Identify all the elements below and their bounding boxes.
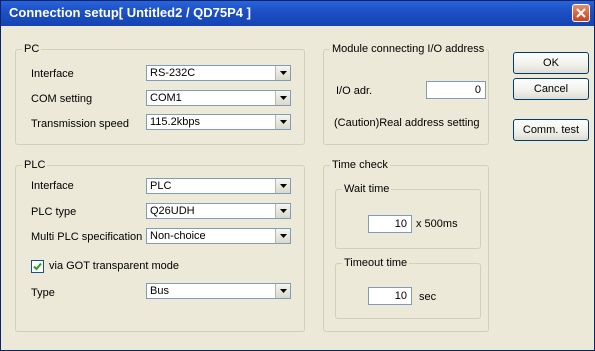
plc-interface-value: PLC: [150, 180, 172, 192]
connection-type-label: Type: [31, 287, 55, 299]
time-check-legend: Time check: [332, 159, 388, 171]
via-got-label[interactable]: via GOT transparent mode: [49, 260, 179, 272]
pc-interface-label: Interface: [31, 68, 74, 80]
pc-interface-value: RS-232C: [150, 67, 196, 79]
module-io-legend: Module connecting I/O address: [332, 43, 485, 55]
transmission-speed-label: Transmission speed: [31, 118, 130, 130]
transmission-speed-value: 115.2kbps: [150, 116, 200, 128]
cancel-button[interactable]: Cancel: [513, 78, 589, 100]
caution-text: (Caution)Real address setting: [334, 117, 480, 129]
dropdown-arrow-icon[interactable]: [275, 179, 290, 193]
wait-time-legend: Wait time: [344, 183, 390, 195]
com-setting-select[interactable]: COM1: [146, 90, 291, 106]
wait-time-input[interactable]: 10: [368, 215, 412, 233]
com-setting-label: COM setting: [31, 93, 93, 105]
connection-type-select[interactable]: Bus: [146, 283, 291, 299]
connection-type-value: Bus: [150, 285, 169, 297]
dropdown-arrow-icon[interactable]: [275, 229, 290, 243]
close-button[interactable]: [572, 4, 590, 22]
pc-interface-select[interactable]: RS-232C: [146, 65, 291, 81]
title-bar[interactable]: Connection setup[ Untitled2 / QD75P4 ]: [1, 1, 594, 26]
dropdown-arrow-icon[interactable]: [275, 204, 290, 218]
timeout-time-legend: Timeout time: [344, 257, 408, 269]
plc-interface-label: Interface: [31, 180, 74, 192]
window-title: Connection setup[ Untitled2 / QD75P4 ]: [9, 5, 251, 20]
timeout-time-value: 10: [394, 290, 407, 302]
timeout-time-input[interactable]: 10: [368, 287, 412, 305]
pc-group-legend: PC: [24, 43, 40, 55]
check-icon: [33, 262, 42, 271]
plc-type-value: Q26UDH: [150, 205, 195, 217]
ok-button[interactable]: OK: [513, 52, 589, 74]
io-address-input[interactable]: 0: [426, 81, 486, 99]
dropdown-arrow-icon[interactable]: [275, 284, 290, 298]
timeout-time-unit: sec: [419, 291, 437, 303]
com-setting-value: COM1: [150, 92, 182, 104]
via-got-checkbox[interactable]: [31, 260, 44, 273]
transmission-speed-select[interactable]: 115.2kbps: [146, 114, 291, 130]
multi-plc-value: Non-choice: [150, 230, 206, 242]
multi-plc-select[interactable]: Non-choice: [146, 228, 291, 244]
io-address-label: I/O adr.: [336, 85, 373, 97]
comm-test-button[interactable]: Comm. test: [513, 119, 589, 141]
dropdown-arrow-icon[interactable]: [275, 115, 290, 129]
io-address-value: 0: [474, 84, 481, 96]
wait-time-unit: x 500ms: [416, 218, 458, 230]
dropdown-arrow-icon[interactable]: [275, 66, 290, 80]
dropdown-arrow-icon[interactable]: [275, 91, 290, 105]
plc-interface-select[interactable]: PLC: [146, 178, 291, 194]
plc-group-legend: PLC: [24, 159, 46, 171]
connection-setup-dialog: Connection setup[ Untitled2 / QD75P4 ] P…: [0, 0, 595, 351]
multi-plc-label: Multi PLC specification: [31, 231, 143, 243]
close-icon: [576, 8, 586, 18]
plc-type-select[interactable]: Q26UDH: [146, 203, 291, 219]
wait-time-value: 10: [394, 218, 407, 230]
plc-type-label: PLC type: [31, 206, 77, 218]
